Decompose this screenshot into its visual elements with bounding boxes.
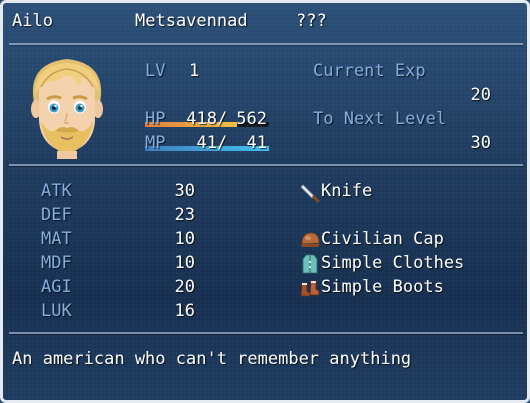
boots-icon: [300, 280, 320, 297]
actor-profile: An american who can't remember anything: [12, 349, 412, 369]
param-value-mdf: 10: [174, 253, 195, 273]
current-exp-label: Current Exp: [313, 61, 426, 81]
mp-label: MP: [145, 133, 166, 153]
param-value-def: 23: [174, 205, 195, 225]
hp-slash: /: [217, 109, 228, 129]
cap-icon: [301, 232, 320, 247]
param-value-agi: 20: [174, 277, 195, 297]
hp-current: 418: [186, 109, 217, 129]
actor-nickname: ???: [296, 11, 327, 31]
hp-max: 562: [236, 109, 267, 129]
actor-portrait: [31, 59, 103, 159]
param-value-luk: 16: [174, 301, 195, 321]
param-value-mat: 10: [174, 229, 195, 249]
param-label-mdf: MDF: [41, 253, 72, 273]
actor-name: Ailo: [12, 11, 53, 31]
param-label-def: DEF: [41, 205, 72, 225]
knife-icon: [300, 184, 320, 203]
mp-slash: /: [217, 133, 228, 153]
param-label-luk: LUK: [41, 301, 72, 321]
status-window: Ailo Metsavennad ??? LV 1 HP 418 / 562 M…: [0, 0, 530, 403]
level-label: LV: [145, 61, 166, 81]
param-label-atk: ATK: [41, 181, 72, 201]
divider-middle: [9, 164, 523, 166]
mp-max: 41: [246, 133, 267, 153]
level-value: 1: [189, 61, 200, 81]
param-label-agi: AGI: [41, 277, 72, 297]
current-exp-value: 20: [470, 85, 491, 105]
divider-bottom: [9, 332, 523, 334]
equip-feet-name: Simple Boots: [321, 277, 444, 297]
actor-class: Metsavennad: [135, 11, 248, 31]
next-level-label: To Next Level: [313, 109, 447, 129]
next-level-value: 30: [470, 133, 491, 153]
mp-current: 41: [196, 133, 217, 153]
equip-head-name: Civilian Cap: [321, 229, 444, 249]
equip-body-name: Simple Clothes: [321, 253, 465, 273]
param-value-atk: 30: [174, 181, 195, 201]
divider-top: [9, 43, 523, 45]
hp-label: HP: [145, 109, 166, 129]
equip-weapon-name: Knife: [321, 181, 373, 201]
param-label-mat: MAT: [41, 229, 72, 249]
clothes-icon: [302, 254, 318, 274]
